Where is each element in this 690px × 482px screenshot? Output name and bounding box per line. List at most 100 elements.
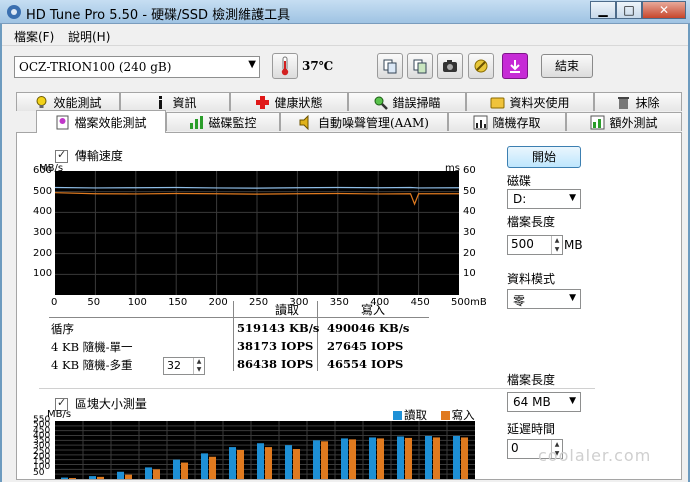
tab-label: 錯誤掃瞄 <box>392 95 441 110</box>
download-arrow-icon <box>510 60 520 73</box>
y-tick-label-left: 300 <box>33 227 53 238</box>
copy-button[interactable] <box>377 53 403 79</box>
x-tick-label: 450 <box>410 297 430 308</box>
delay-label: 延遲時間 <box>507 422 556 436</box>
disk-select[interactable]: D: ▼ <box>507 189 581 209</box>
chevron-down-icon: ▼ <box>569 396 576 406</box>
bar-write <box>293 449 300 479</box>
tab-label: 資訊 <box>172 95 197 110</box>
bar-write <box>433 437 440 479</box>
tab-health[interactable]: 健康狀態 <box>230 92 348 111</box>
block-file-length-label: 檔案長度 <box>507 373 556 387</box>
read-value: 86438 IOPS <box>237 357 314 371</box>
tab-label: 檔案效能測試 <box>74 115 147 130</box>
start-button[interactable]: 開始 <box>507 146 581 168</box>
row-label: 4 KB 隨機-單一 <box>51 340 133 354</box>
transfer-rate-label: 傳輸速度 <box>74 149 123 163</box>
x-tick-label: 0 <box>51 297 58 308</box>
tab-aam[interactable]: 自動噪聲管理(AAM) <box>280 112 448 131</box>
write-value: 46554 IOPS <box>327 357 404 371</box>
options-button[interactable] <box>468 53 494 79</box>
trash-icon <box>616 95 631 110</box>
bar-read <box>257 443 264 479</box>
x-tick-label: 100 <box>127 297 147 308</box>
bar-write <box>265 447 272 479</box>
tab-extra-tests[interactable]: 額外測試 <box>566 112 682 131</box>
thermometer-button[interactable] <box>272 53 298 79</box>
bar-read <box>61 477 68 479</box>
copy-icon <box>383 59 397 74</box>
bar-read <box>397 436 404 479</box>
bar-write <box>377 438 384 479</box>
maximize-button[interactable]: □ <box>616 1 642 19</box>
window-title: HD Tune Pro 5.50 - 硬碟/SSD 檢測維護工具 <box>26 8 291 23</box>
menu-file[interactable]: 檔案(F) <box>14 28 54 45</box>
exit-button[interactable]: 結束 <box>541 54 593 78</box>
queue-depth-spinner[interactable]: 32 ▲ ▼ <box>163 357 205 375</box>
legend-write-label: 寫入 <box>451 408 475 422</box>
bar-read <box>89 476 96 479</box>
menu-help[interactable]: 說明(H) <box>68 28 110 45</box>
legend-write-swatch <box>440 411 450 420</box>
block-y-unit: MB/s <box>47 409 72 420</box>
save-button[interactable] <box>502 53 528 79</box>
block-size-label: 區塊大小測量 <box>74 397 147 411</box>
screenshot-button[interactable] <box>437 53 463 79</box>
bar-read <box>369 437 376 479</box>
magnifier-icon <box>373 95 389 110</box>
y-tick-label-left: 400 <box>33 206 53 218</box>
tab-info[interactable]: 資訊 <box>120 92 230 111</box>
tab-erase[interactable]: 抹除 <box>594 92 682 111</box>
spinner-arrows-icon[interactable]: ▲ ▼ <box>551 236 562 254</box>
file-length-unit: MB <box>564 238 583 252</box>
tab-benchmark[interactable]: 效能測試 <box>16 92 120 111</box>
tab-random-access[interactable]: 隨機存取 <box>448 112 566 131</box>
chevron-down-icon: ▼ <box>569 193 576 203</box>
bar-write <box>461 437 468 479</box>
file-benchmark-panel: 傳輸速度 MB/s ms 600500400300200100605040302… <box>16 132 682 482</box>
random-chart-icon <box>473 115 488 130</box>
x-tick-label: 200 <box>208 297 228 308</box>
y-tick-label-right: 60 <box>463 165 476 176</box>
tab-label: 自動噪聲管理(AAM) <box>318 115 429 130</box>
bar-write <box>405 437 412 479</box>
app-icon <box>7 5 21 19</box>
drive-select[interactable]: OCZ-TRION100 (240 gB) ▼ <box>14 56 260 78</box>
x-tick-label: 250 <box>249 297 269 308</box>
bar-read <box>145 467 152 479</box>
y-tick-label-right: 20 <box>463 247 476 259</box>
tab-label: 隨機存取 <box>492 115 541 130</box>
table-divider <box>317 301 318 371</box>
x-tick-label: 50 <box>87 297 101 308</box>
tab-file-benchmark[interactable]: 檔案效能測試 <box>36 110 166 133</box>
data-mode-select[interactable]: 零 ▼ <box>507 289 581 309</box>
speaker-icon <box>299 114 314 130</box>
close-button[interactable]: ✕ <box>642 1 686 19</box>
temperature-value: 37℃ <box>302 59 334 73</box>
chevron-down-icon: ▼ <box>569 293 576 303</box>
series-line-read <box>55 186 459 189</box>
file-length-label: 檔案長度 <box>507 215 556 229</box>
tab-label: 額外測試 <box>609 115 658 130</box>
legend-read-swatch <box>393 411 402 420</box>
bar-write <box>69 478 76 479</box>
spinner-arrows-icon[interactable]: ▲ ▼ <box>193 358 204 374</box>
y-tick-label-left: 200 <box>33 247 53 259</box>
copy-all-button[interactable] <box>407 53 433 79</box>
minimize-button[interactable]: ▁ <box>590 1 616 19</box>
folder-icon <box>490 95 505 110</box>
transfer-rate-toggle[interactable]: 傳輸速度 <box>55 147 123 164</box>
watermark: coolaler.com <box>538 446 652 465</box>
bar-read <box>201 453 208 479</box>
read-value: 38173 IOPS <box>237 339 314 353</box>
transfer-rate-checkbox[interactable] <box>55 148 68 163</box>
file-length-spinner[interactable]: 500 ▲ ▼ <box>507 235 563 255</box>
header-write: 寫入 <box>361 303 386 317</box>
tab-error-scan[interactable]: 錯誤掃瞄 <box>348 92 466 111</box>
tab-folder-usage[interactable]: 資料夾使用 <box>466 92 594 111</box>
block-file-length-select[interactable]: 64 MB ▼ <box>507 392 581 412</box>
tab-disk-monitor[interactable]: 磁碟監控 <box>166 112 280 131</box>
extra-chart-icon <box>590 115 605 130</box>
queue-depth-value: 32 <box>167 359 181 372</box>
y-tick-label-right: 30 <box>463 227 476 238</box>
